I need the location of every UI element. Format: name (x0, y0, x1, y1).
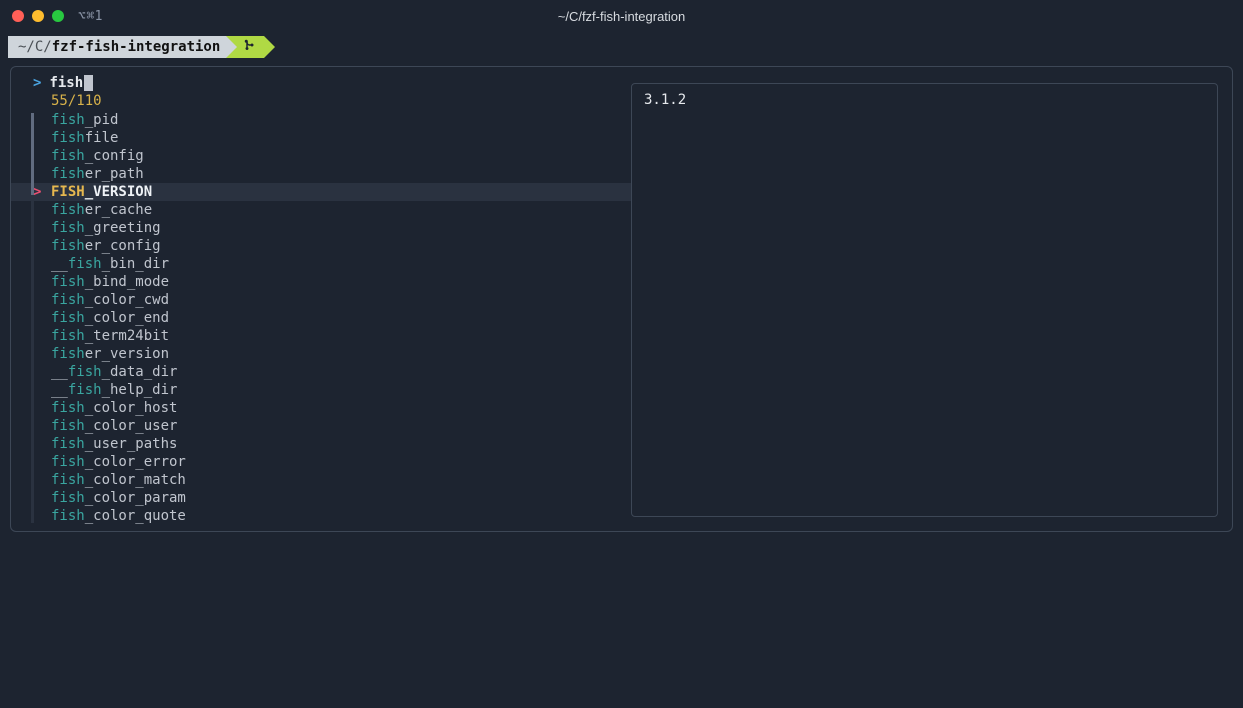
fzf-match-count: 55/110 (11, 93, 631, 109)
fzf-result-row[interactable]: fish_color_quote (11, 507, 631, 525)
result-text: fish_pid (51, 111, 118, 129)
shell-prompt: ~/C/fzf-fish-integration (8, 36, 1235, 58)
result-text: fisher_version (51, 345, 169, 363)
fzf-preview-pane: 3.1.2 (631, 83, 1218, 517)
result-text: __fish_data_dir (51, 363, 177, 381)
prompt-path-segment: ~/C/fzf-fish-integration (8, 36, 226, 58)
result-text: fisher_cache (51, 201, 152, 219)
fzf-query-row: > fish (11, 75, 631, 91)
result-text: fish_term24bit (51, 327, 169, 345)
fzf-result-row[interactable]: fishfile (11, 129, 631, 147)
scrollbar-track[interactable] (31, 195, 34, 523)
fzf-result-row[interactable]: fisher_path (11, 165, 631, 183)
result-text: fish_color_user (51, 417, 177, 435)
preview-content: 3.1.2 (644, 92, 1205, 108)
minimize-window-button[interactable] (32, 10, 44, 22)
fzf-result-row[interactable]: fish_color_error (11, 453, 631, 471)
fzf-prompt-symbol: > (33, 75, 41, 91)
fzf-result-row[interactable]: fisher_cache (11, 201, 631, 219)
close-window-button[interactable] (12, 10, 24, 22)
result-text: fish_color_end (51, 309, 169, 327)
fzf-result-row[interactable]: >FISH_VERSION (11, 183, 631, 201)
result-text: fish_color_host (51, 399, 177, 417)
fzf-result-row[interactable]: fish_color_param (11, 489, 631, 507)
row-pointer-icon: > (33, 183, 51, 201)
titlebar: ⌥⌘1 ~/C/fzf-fish-integration (0, 0, 1243, 32)
result-text: fisher_config (51, 237, 161, 255)
result-text: FISH_VERSION (51, 183, 152, 201)
result-text: fish_config (51, 147, 144, 165)
window-title: ~/C/fzf-fish-integration (558, 9, 686, 24)
fzf-list-pane[interactable]: > fish 55/110 fish_pidfishfilefish_confi… (11, 67, 631, 531)
fzf-result-row[interactable]: fisher_version (11, 345, 631, 363)
keyboard-shortcut-badge: ⌥⌘1 (78, 9, 103, 24)
result-text: fish_user_paths (51, 435, 177, 453)
result-text: fisher_path (51, 165, 144, 183)
fzf-results-list[interactable]: fish_pidfishfilefish_configfisher_path>F… (11, 111, 631, 525)
fzf-result-row[interactable]: fish_user_paths (11, 435, 631, 453)
fzf-result-row[interactable]: fish_color_end (11, 309, 631, 327)
fzf-result-row[interactable]: fish_color_match (11, 471, 631, 489)
fzf-result-row[interactable]: fish_pid (11, 111, 631, 129)
fzf-result-row[interactable]: __fish_data_dir (11, 363, 631, 381)
fzf-result-row[interactable]: fish_greeting (11, 219, 631, 237)
result-text: fish_color_quote (51, 507, 186, 525)
fzf-query-input[interactable]: fish (49, 75, 93, 91)
result-text: fish_bind_mode (51, 273, 169, 291)
prompt-cwd: fzf-fish-integration (52, 39, 221, 55)
fzf-result-row[interactable]: fish_color_cwd (11, 291, 631, 309)
fzf-result-row[interactable]: fish_color_user (11, 417, 631, 435)
window-controls (12, 10, 64, 22)
fzf-result-row[interactable]: __fish_bin_dir (11, 255, 631, 273)
result-text: fish_greeting (51, 219, 161, 237)
result-text: __fish_bin_dir (51, 255, 169, 273)
scrollbar-thumb[interactable] (31, 113, 34, 195)
fzf-result-row[interactable]: __fish_help_dir (11, 381, 631, 399)
text-cursor (84, 75, 93, 91)
fzf-result-row[interactable]: fish_term24bit (11, 327, 631, 345)
result-text: fish_color_match (51, 471, 186, 489)
prompt-path-prefix: ~/C/ (18, 39, 52, 55)
fzf-result-row[interactable]: fish_color_host (11, 399, 631, 417)
fzf-result-row[interactable]: fisher_config (11, 237, 631, 255)
fzf-container: > fish 55/110 fish_pidfishfilefish_confi… (10, 66, 1233, 532)
zoom-window-button[interactable] (52, 10, 64, 22)
result-text: __fish_help_dir (51, 381, 177, 399)
result-text: fishfile (51, 129, 118, 147)
result-text: fish_color_error (51, 453, 186, 471)
fzf-result-row[interactable]: fish_config (11, 147, 631, 165)
result-text: fish_color_param (51, 489, 186, 507)
result-text: fish_color_cwd (51, 291, 169, 309)
git-branch-icon (244, 39, 256, 55)
fzf-result-row[interactable]: fish_bind_mode (11, 273, 631, 291)
